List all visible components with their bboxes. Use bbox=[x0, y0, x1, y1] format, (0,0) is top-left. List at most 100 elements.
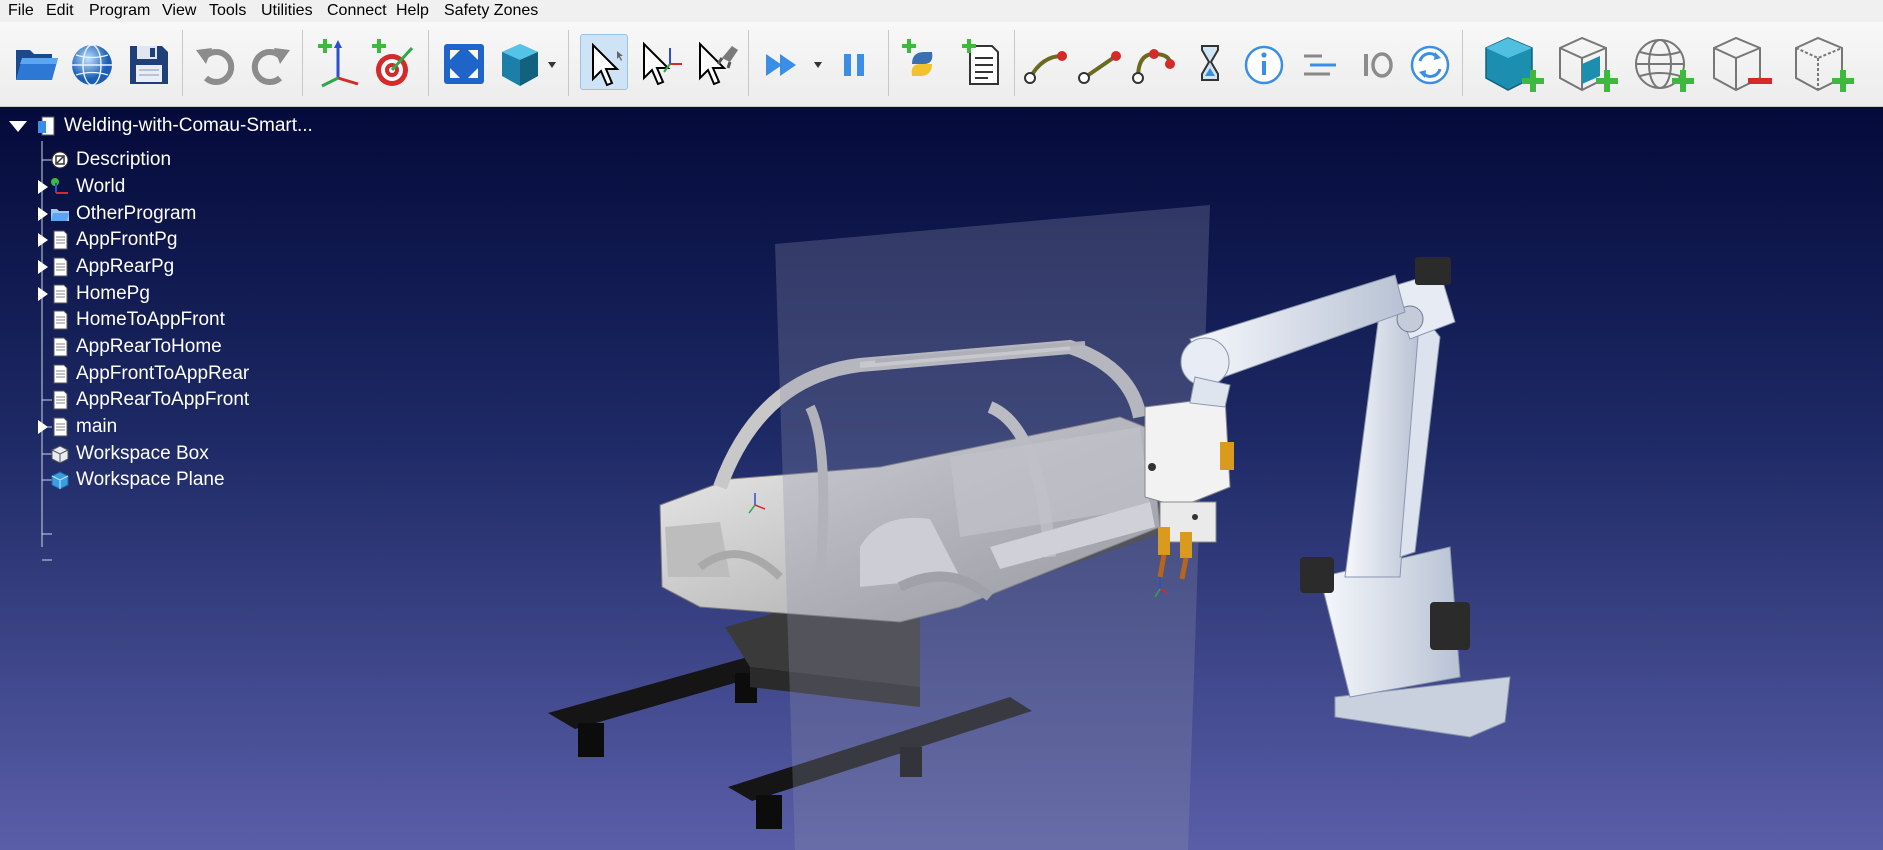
menu-help[interactable]: Help bbox=[396, 2, 429, 20]
open-online-library-button[interactable] bbox=[68, 34, 116, 90]
select-move-frame-button[interactable] bbox=[636, 34, 684, 90]
select-button[interactable] bbox=[580, 34, 628, 90]
program-icon bbox=[53, 310, 68, 330]
cursor-frame-icon bbox=[643, 41, 682, 86]
view-iso-button[interactable] bbox=[496, 34, 556, 90]
fit-all-button[interactable] bbox=[440, 34, 488, 90]
move-circular-icon bbox=[1132, 49, 1175, 84]
tree-item-appreartoappfront[interactable]: AppRearToAppFront bbox=[36, 385, 249, 415]
undo-icon bbox=[196, 48, 235, 85]
expand-triangle-icon[interactable] bbox=[36, 258, 50, 276]
program-call-button[interactable] bbox=[1296, 34, 1344, 90]
menu-view[interactable]: View bbox=[162, 2, 196, 20]
expand-triangle-icon[interactable] bbox=[36, 205, 50, 223]
set-io-button[interactable] bbox=[1352, 34, 1400, 90]
toolbar-separator bbox=[428, 30, 429, 96]
tree-item-label: World bbox=[76, 176, 126, 197]
3d-viewport[interactable]: Welding-with-Comau-Smart... Description … bbox=[0, 107, 1883, 850]
folder-open-icon bbox=[16, 50, 58, 80]
expand-triangle-icon[interactable] bbox=[36, 231, 50, 249]
hourglass-icon bbox=[1201, 45, 1219, 81]
globe-icon bbox=[72, 44, 112, 86]
menu-connect[interactable]: Connect bbox=[327, 2, 387, 20]
python-icon bbox=[902, 39, 933, 76]
tree-root-label: Welding-with-Comau-Smart... bbox=[64, 115, 313, 136]
tree-item-label: Workspace Plane bbox=[76, 469, 225, 490]
add-workspace-box-button[interactable] bbox=[1482, 34, 1546, 92]
menu-utilities[interactable]: Utilities bbox=[261, 2, 313, 20]
select-move-tool-button[interactable] bbox=[692, 34, 740, 90]
tree-item-label: HomeToAppFront bbox=[76, 309, 225, 330]
program-icon bbox=[53, 417, 68, 437]
add-target-icon bbox=[372, 39, 414, 86]
tree-item-label: AppFrontPg bbox=[76, 229, 178, 250]
add-program-icon bbox=[962, 39, 999, 85]
menu-bar: File Edit Program View Tools Utilities C… bbox=[0, 0, 1883, 22]
add-reference-frame-button[interactable] bbox=[314, 34, 362, 90]
show-message-button[interactable] bbox=[1240, 34, 1288, 90]
tree-item-main[interactable]: main bbox=[36, 412, 117, 442]
toolbar-separator bbox=[182, 30, 183, 96]
menu-edit[interactable]: Edit bbox=[46, 2, 74, 20]
add-python-program-button[interactable] bbox=[898, 34, 946, 90]
tree-item-label: AppRearPg bbox=[76, 256, 175, 277]
add-workspace-sphere-button[interactable] bbox=[1632, 34, 1696, 92]
menu-safety-zones[interactable]: Safety Zones bbox=[444, 2, 538, 20]
remove-box-icon bbox=[1713, 36, 1772, 92]
toolbar-separator bbox=[748, 30, 749, 96]
redo-icon bbox=[251, 48, 290, 85]
add-program-button[interactable] bbox=[958, 34, 1006, 90]
pause-icon bbox=[844, 54, 864, 76]
toolbar-separator bbox=[1462, 30, 1463, 96]
plane-icon bbox=[51, 471, 69, 490]
add-box-icon bbox=[1485, 37, 1544, 92]
tree-item-appreartohome[interactable]: AppRearToHome bbox=[36, 332, 222, 362]
tree-item-hometoappfront[interactable]: HomeToAppFront bbox=[36, 305, 225, 335]
tree-item-description[interactable]: Description bbox=[36, 145, 171, 175]
info-icon bbox=[1244, 45, 1284, 85]
toolbar-separator bbox=[302, 30, 303, 96]
reload-button[interactable] bbox=[1406, 34, 1454, 90]
redo-button[interactable] bbox=[246, 34, 294, 90]
tree-item-label: Description bbox=[76, 149, 172, 170]
io-icon bbox=[1364, 52, 1393, 78]
toolbar-separator bbox=[1014, 30, 1015, 96]
expand-triangle-icon[interactable] bbox=[36, 285, 50, 303]
fast-forward-icon bbox=[766, 54, 822, 76]
add-wire-box-icon bbox=[1795, 36, 1854, 92]
menu-file[interactable]: File bbox=[8, 2, 34, 20]
move-linear-button[interactable] bbox=[1076, 34, 1124, 90]
toolbar bbox=[0, 22, 1883, 107]
move-circular-button[interactable] bbox=[1130, 34, 1178, 90]
tree-item-label: AppFrontToAppRear bbox=[76, 363, 250, 384]
workspace-plane[interactable] bbox=[775, 205, 1210, 850]
program-icon bbox=[53, 337, 68, 357]
open-file-button[interactable] bbox=[12, 34, 60, 90]
tree-item-world[interactable]: World bbox=[36, 172, 125, 202]
tree-item-label: main bbox=[76, 416, 118, 437]
pause-instruction-button[interactable] bbox=[1186, 34, 1234, 90]
undo-button[interactable] bbox=[192, 34, 240, 90]
move-joint-button[interactable] bbox=[1022, 34, 1070, 90]
program-icon bbox=[53, 364, 68, 384]
save-button[interactable] bbox=[124, 34, 172, 90]
program-icon bbox=[53, 390, 68, 410]
pause-button[interactable] bbox=[830, 34, 878, 90]
expand-triangle-icon[interactable] bbox=[36, 178, 50, 196]
world-frame-icon bbox=[51, 178, 68, 194]
run-program-button[interactable] bbox=[760, 34, 822, 90]
tree-item-label: Workspace Box bbox=[76, 443, 209, 464]
industrial-robot[interactable] bbox=[1180, 257, 1511, 738]
add-target-button[interactable] bbox=[368, 34, 416, 90]
menu-tools[interactable]: Tools bbox=[209, 2, 246, 20]
tree-item-appfrontpg[interactable]: AppFrontPg bbox=[36, 225, 177, 255]
fit-view-icon bbox=[444, 44, 484, 84]
tree-item-workspace-plane[interactable]: Workspace Plane bbox=[36, 465, 225, 495]
add-workspace-plane-button[interactable] bbox=[1556, 34, 1620, 92]
tree-item-apprearpg[interactable]: AppRearPg bbox=[36, 252, 174, 282]
add-workspace-other-button[interactable] bbox=[1792, 34, 1856, 92]
expand-triangle-icon[interactable] bbox=[36, 418, 50, 436]
menu-program[interactable]: Program bbox=[89, 2, 150, 20]
tree-item-label: HomePg bbox=[76, 283, 150, 304]
remove-workspace-button[interactable] bbox=[1710, 34, 1774, 92]
